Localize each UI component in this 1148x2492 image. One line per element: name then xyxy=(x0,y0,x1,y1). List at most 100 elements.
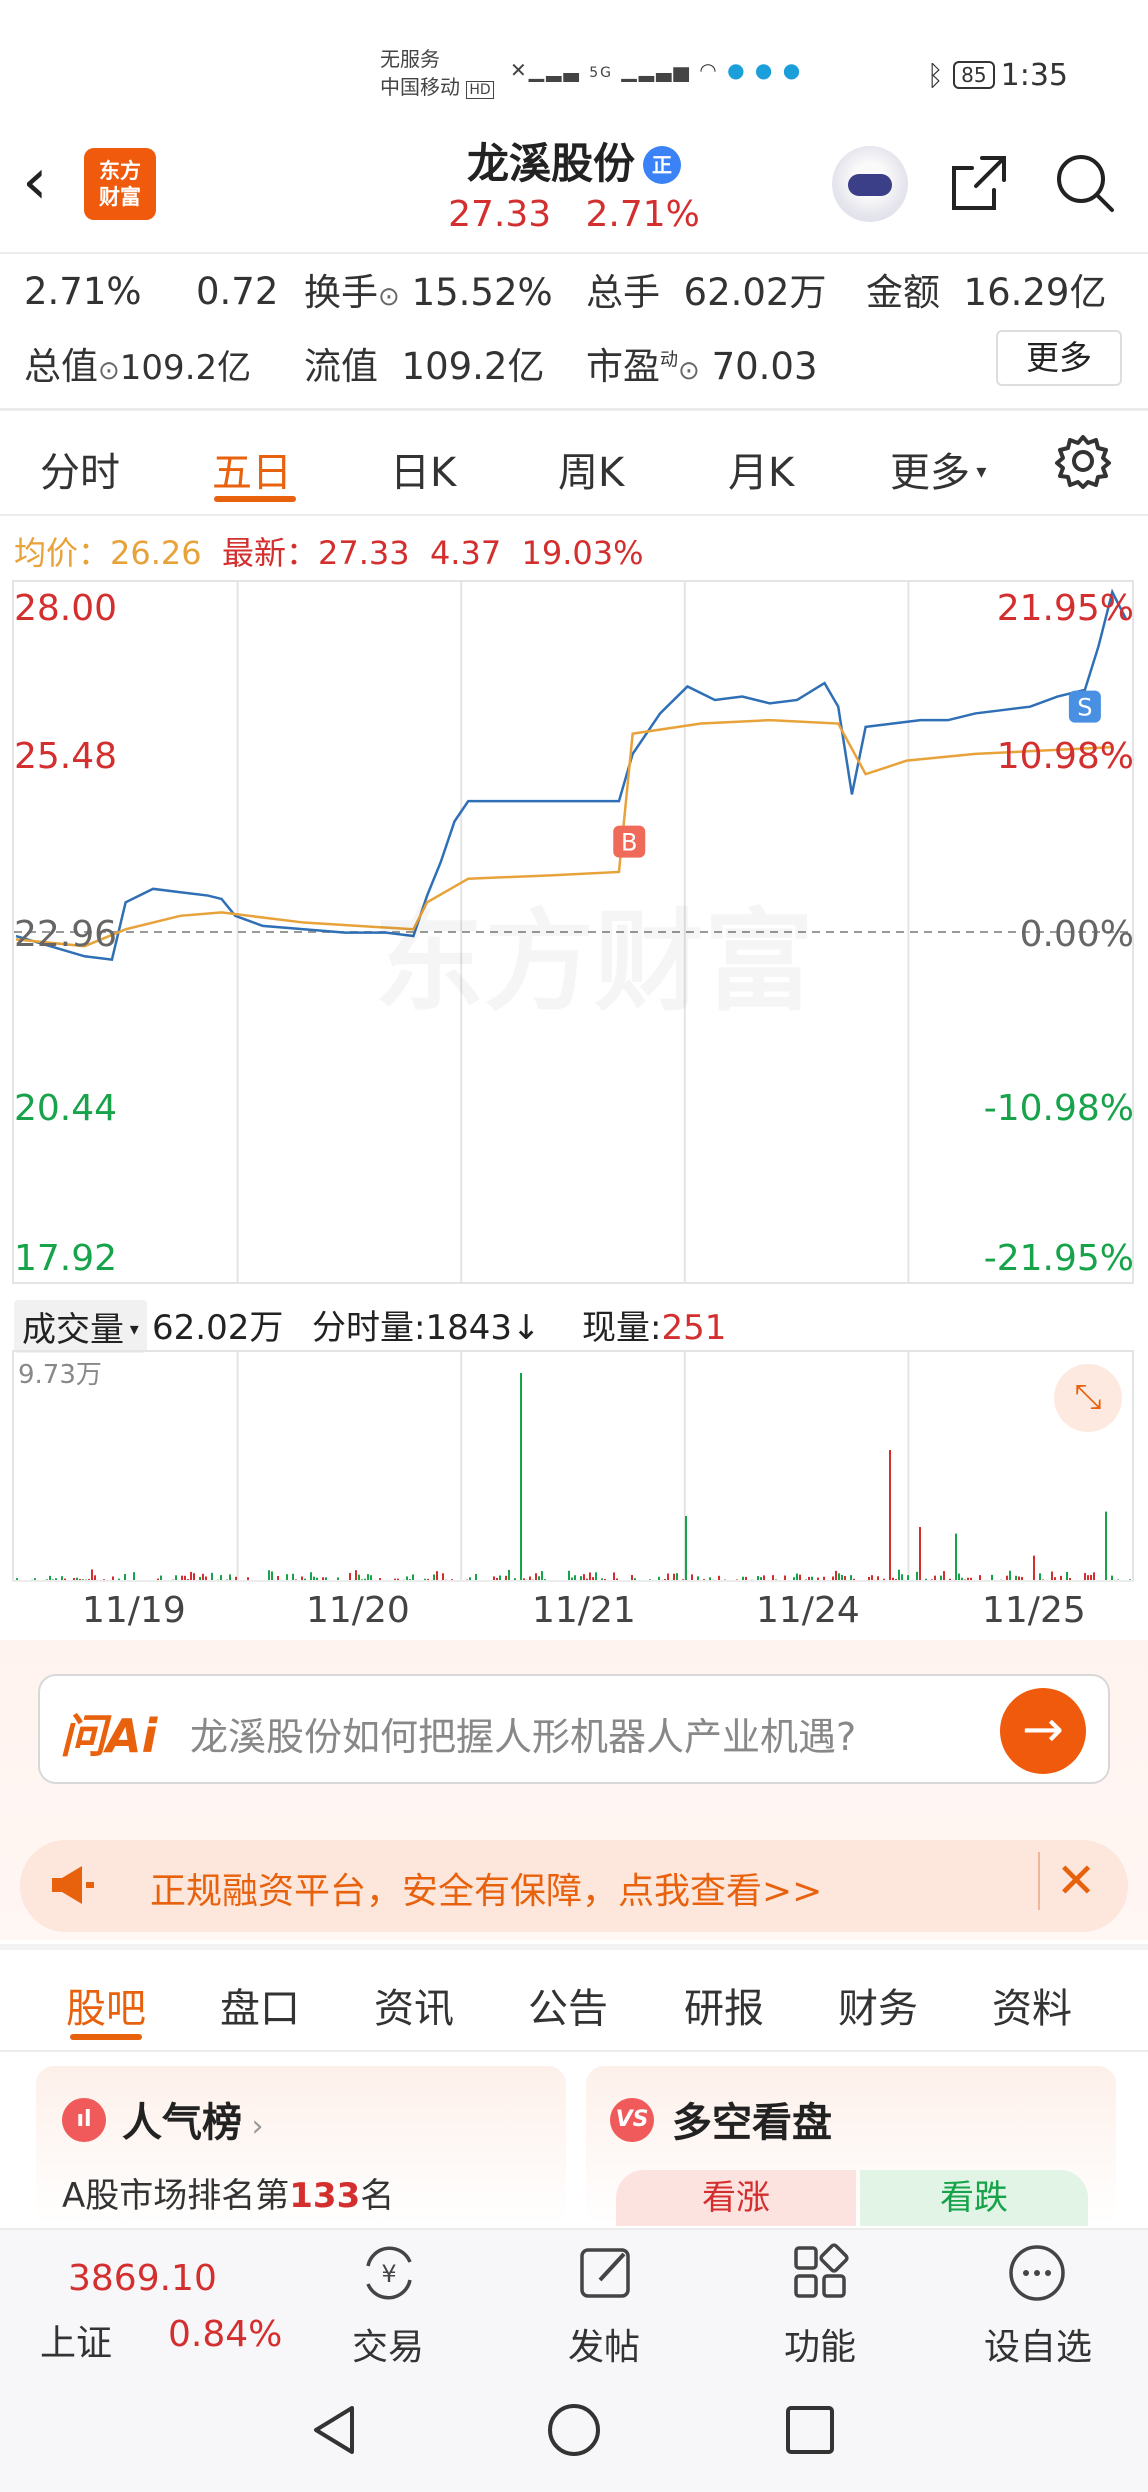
tab-weekly-k[interactable]: 周K xyxy=(558,440,624,498)
watermark: 东方财富 xyxy=(374,872,814,1032)
carrier-line2: 中国移动 xyxy=(380,75,460,99)
volume-max-label: 9.73万 xyxy=(18,1360,102,1390)
system-home-icon[interactable] xyxy=(544,2400,604,2464)
add-watchlist-icon[interactable] xyxy=(1004,2240,1070,2310)
tab-news[interactable]: 资讯 xyxy=(374,1976,454,2034)
post-icon[interactable] xyxy=(574,2240,640,2310)
tab-announcements[interactable]: 公告 xyxy=(528,1976,608,2034)
popularity-rank: A股市场排名第133名 xyxy=(62,2168,394,2217)
volume-total: 62.02万 xyxy=(152,1308,284,1348)
dropdown-arrow-icon: ▾ xyxy=(124,1319,139,1340)
bear-button[interactable]: 看跌 xyxy=(860,2170,1088,2226)
time-volume: 分时量:1843↓ xyxy=(312,1300,541,1349)
section-gap xyxy=(0,1944,1148,1950)
ai-prompt[interactable]: 龙溪股份如何把握人形机器人产业机遇? xyxy=(190,1706,856,1761)
verified-badge: 正 xyxy=(643,146,681,184)
float-value: 109.2亿 xyxy=(401,345,545,388)
more-stats-button[interactable]: 更多 xyxy=(996,330,1122,386)
chevron-right-icon: › xyxy=(242,2109,264,2144)
volume-bar xyxy=(1105,1511,1107,1582)
bull-button[interactable]: 看涨 xyxy=(616,2170,856,2226)
index-name[interactable]: 上证 xyxy=(40,2314,112,2366)
svg-text:B: B xyxy=(621,829,637,857)
y-right-tick-3: -10.98% xyxy=(983,1088,1134,1129)
tab-intraday[interactable]: 分时 xyxy=(40,440,120,498)
turnover-value: 15.52% xyxy=(411,271,553,314)
stat-pct: 2.71% xyxy=(24,270,142,313)
system-back-icon[interactable] xyxy=(306,2400,366,2464)
tab-monthly-k[interactable]: 月K xyxy=(728,440,794,498)
y-left-tick-0: 28.00 xyxy=(14,588,118,629)
info-icon: ⊙ xyxy=(378,282,400,312)
volume-chart[interactable]: 9.73万 ⤡ xyxy=(12,1350,1134,1582)
system-recents-icon[interactable] xyxy=(780,2400,840,2464)
rank-number: 133 xyxy=(289,2176,361,2216)
tab-daily-k[interactable]: 日K xyxy=(390,440,456,498)
popularity-title[interactable]: 人气榜 › xyxy=(122,2090,264,2148)
trade-marker-B[interactable]: B xyxy=(613,825,646,858)
y-right-tick-0: 21.95% xyxy=(996,588,1134,629)
ai-robot-avatar[interactable] xyxy=(832,146,908,222)
volume-selector[interactable]: 成交量 ▾ xyxy=(14,1300,147,1353)
banner-text[interactable]: 正规融资平台，安全有保障，点我查看>> xyxy=(150,1862,822,1914)
megaphone-icon xyxy=(48,1860,98,1914)
functions-icon[interactable] xyxy=(788,2240,854,2310)
ai-logo: 问Ai xyxy=(60,1709,158,1763)
tab-finance[interactable]: 财务 xyxy=(838,1976,918,2034)
signal-bars-icon: ▁▂▃▅ xyxy=(621,58,691,82)
header-price-value: 27.33 xyxy=(448,194,552,235)
y-left-tick-2: 22.96 xyxy=(14,914,118,955)
tab-guba[interactable]: 股吧 xyxy=(66,1976,146,2034)
volume-bottom-line xyxy=(12,1580,1134,1582)
ai-submit-button[interactable]: → xyxy=(1000,1688,1086,1774)
trade-icon[interactable]: ¥ xyxy=(356,2240,422,2310)
tab-research[interactable]: 研报 xyxy=(684,1976,764,2034)
section-tabs-divider xyxy=(0,2050,1148,2052)
trade-marker-S[interactable]: S xyxy=(1068,690,1101,723)
volume-selector-label: 成交量 xyxy=(22,1310,124,1350)
avg-label: 均价： xyxy=(14,534,111,572)
y-right-tick-2: 0.00% xyxy=(1019,914,1134,955)
mktcap-value: 109.2亿 xyxy=(119,348,252,388)
bluetooth-icon: ᛒ xyxy=(926,59,944,92)
tab-five-day[interactable]: 五日 xyxy=(212,440,292,498)
stat-mktcap[interactable]: 总值⊙109.2亿 xyxy=(24,336,251,390)
tab-more[interactable]: 更多 ▾ xyxy=(890,440,986,498)
stat-pe[interactable]: 市盈动⊙ 70.03 xyxy=(586,336,818,390)
stat-turnover[interactable]: 换手⊙ 15.52% xyxy=(304,262,553,316)
y-left-tick-1: 25.48 xyxy=(14,736,118,777)
info-icon: ⊙ xyxy=(98,356,120,386)
volume-chart-svg xyxy=(16,1352,1131,1582)
x-label-4: 11/25 xyxy=(982,1590,1086,1631)
nav-post[interactable]: 发帖 xyxy=(568,2318,640,2370)
battery-indicator: 85 xyxy=(953,61,995,89)
index-pct[interactable]: 0.84% xyxy=(168,2314,282,2355)
pe-sup: 动 xyxy=(660,349,678,371)
y-left-tick-4: 17.92 xyxy=(14,1238,118,1279)
volume-bar xyxy=(919,1527,921,1582)
settings-gear-icon[interactable] xyxy=(1054,432,1112,494)
amount-value: 16.29亿 xyxy=(963,271,1107,314)
banner-close-icon[interactable]: ✕ xyxy=(1038,1852,1096,1910)
bear-label: 看跌 xyxy=(940,2178,1008,2218)
stock-name: 龙溪股份 xyxy=(466,139,635,188)
expand-icon[interactable]: ⤡ xyxy=(1054,1364,1122,1432)
bull-label: 看涨 xyxy=(702,2178,770,2218)
index-value[interactable]: 3869.10 xyxy=(68,2258,217,2299)
nav-functions[interactable]: 功能 xyxy=(784,2318,856,2370)
nav-trade[interactable]: 交易 xyxy=(352,2318,424,2370)
price-chart[interactable]: B S 东方财富 xyxy=(12,580,1134,1284)
hd-badge: HD xyxy=(466,81,494,99)
x-label-3: 11/24 xyxy=(756,1590,860,1631)
tab-profile[interactable]: 资料 xyxy=(992,1976,1072,2034)
wifi-icon: ◠ xyxy=(699,58,719,82)
share-icon[interactable] xyxy=(946,150,1012,220)
network-type: 5G xyxy=(589,65,614,81)
tab-pankou[interactable]: 盘口 xyxy=(220,1976,300,2034)
signal-icon: ✕▁▂▃ xyxy=(510,58,581,82)
nav-add-watchlist[interactable]: 设自选 xyxy=(984,2318,1092,2370)
search-icon[interactable] xyxy=(1052,150,1118,220)
carrier-info: 无服务 中国移动 HD xyxy=(380,45,494,104)
volume-bar xyxy=(889,1450,891,1582)
y-right-tick-4: -21.95% xyxy=(983,1238,1134,1279)
